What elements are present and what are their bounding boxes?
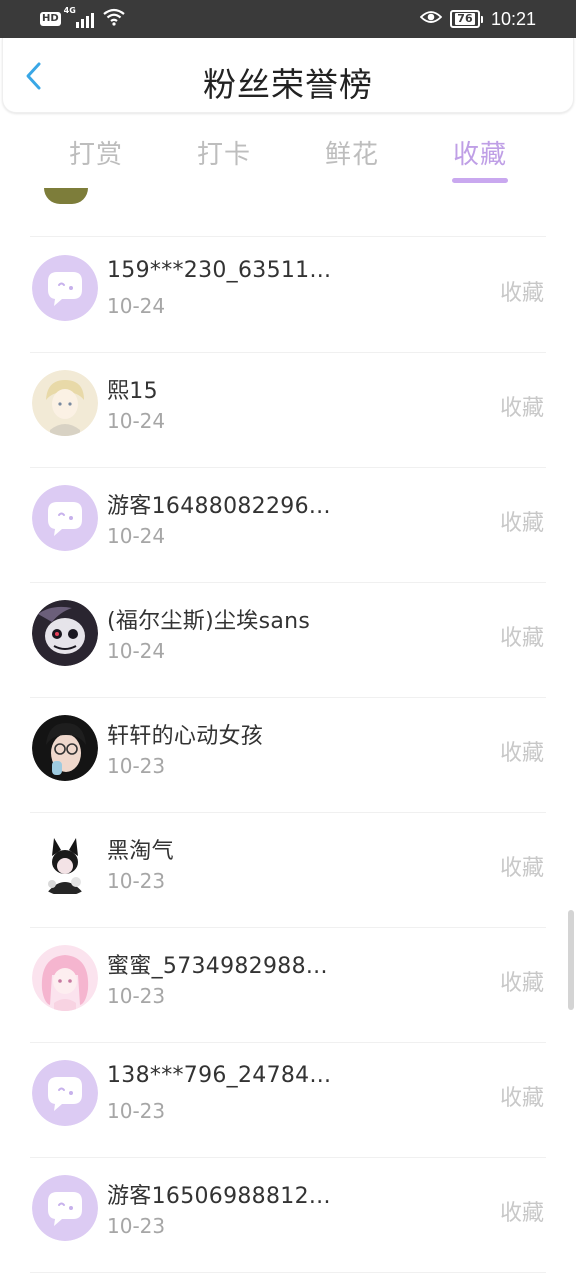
tab-favorites[interactable]: 收藏 [430,134,530,183]
favorite-label: 收藏 [499,281,544,306]
tab-bar: 打赏 打卡 鲜花 收藏 [0,122,576,188]
favorite-label: 收藏 [499,511,544,536]
fan-list[interactable]: 159***230_63511... 10-24 收藏 熙15 10-24 收藏… [0,188,576,1280]
fan-date: 10-24 [107,524,166,548]
fan-date: 10-24 [107,294,166,318]
list-item[interactable]: 熙15 10-24 收藏 [0,353,576,468]
list-item[interactable]: 138***796_24784... 10-23 收藏 [0,1043,576,1158]
fan-name: 游客16488082296... [107,494,331,519]
fan-date: 10-23 [107,869,166,893]
list-item[interactable]: 159***230_63511... 10-24 收藏 [0,238,576,353]
list-item[interactable]: 轩轩的心动女孩 10-23 收藏 [0,698,576,813]
divider [30,1272,546,1273]
list-item[interactable]: 黑淘气 10-23 收藏 [0,813,576,928]
avatar [44,188,88,204]
fan-name: 黑淘气 [107,839,174,864]
fan-name: 159***230_63511... [107,258,332,283]
skull-character-avatar [32,600,98,666]
status-left: HD 4G [40,6,125,30]
favorite-label: 收藏 [499,626,544,651]
tab-checkin[interactable]: 打卡 [174,134,274,171]
default-chat-avatar [32,255,98,321]
clock: 10:21 [490,8,536,29]
pink-anime-girl-avatar [32,945,98,1011]
favorite-label: 收藏 [499,396,544,421]
hd-badge: HD [40,12,61,26]
wifi-icon [102,8,125,30]
list-item[interactable]: 游客16488082296... 10-24 收藏 [0,468,576,583]
eye-icon [419,9,443,29]
glasses-girl-avatar [32,715,98,781]
favorite-label: 收藏 [499,971,544,996]
tab-reward[interactable]: 打赏 [46,134,146,171]
status-right: 76 10:21 [419,6,536,32]
fan-name: 游客16506988812... [107,1184,331,1209]
fan-date: 10-23 [107,984,166,1008]
active-tab-indicator [452,178,508,183]
anime-boy-avatar [32,370,98,436]
fan-date: 10-23 [107,1214,166,1238]
header-bar: 粉丝荣誉榜 [2,38,574,113]
signal-type: 4G [63,6,76,15]
fan-name: 轩轩的心动女孩 [107,724,264,749]
fan-date: 10-23 [107,1099,166,1123]
divider [30,236,546,237]
fan-date: 10-24 [107,409,166,433]
fan-date: 10-24 [107,639,166,663]
status-bar: HD 4G 76 10:21 [0,0,576,38]
cat-ear-character-avatar [32,830,98,896]
favorite-label: 收藏 [499,856,544,881]
tab-favorites-label: 收藏 [452,140,507,170]
fan-name: 熙15 [107,379,158,404]
list-item[interactable]: (福尔尘斯)尘埃sans 10-24 收藏 [0,583,576,698]
scrollbar[interactable] [568,910,574,1010]
favorite-label: 收藏 [499,1086,544,1111]
signal-icon: 4G [64,6,94,28]
fan-name: 138***796_24784... [107,1063,332,1088]
tab-flowers[interactable]: 鲜花 [302,134,402,171]
list-item[interactable]: 蜜蜜_5734982988... 10-23 收藏 [0,928,576,1043]
list-item-partial [0,188,576,238]
page-title: 粉丝荣誉榜 [203,65,373,104]
battery-level: 76 [455,12,475,25]
list-item[interactable]: 游客16506988812... 10-23 收藏 [0,1158,576,1273]
favorite-label: 收藏 [499,1201,544,1226]
fan-name: 蜜蜜_5734982988... [107,954,328,979]
default-chat-avatar [32,1060,98,1126]
default-chat-avatar [32,1175,98,1241]
favorite-label: 收藏 [499,741,544,766]
battery-icon: 76 [449,10,483,28]
default-chat-avatar [32,485,98,551]
fan-name: (福尔尘斯)尘埃sans [107,609,311,634]
fan-date: 10-23 [107,754,166,778]
